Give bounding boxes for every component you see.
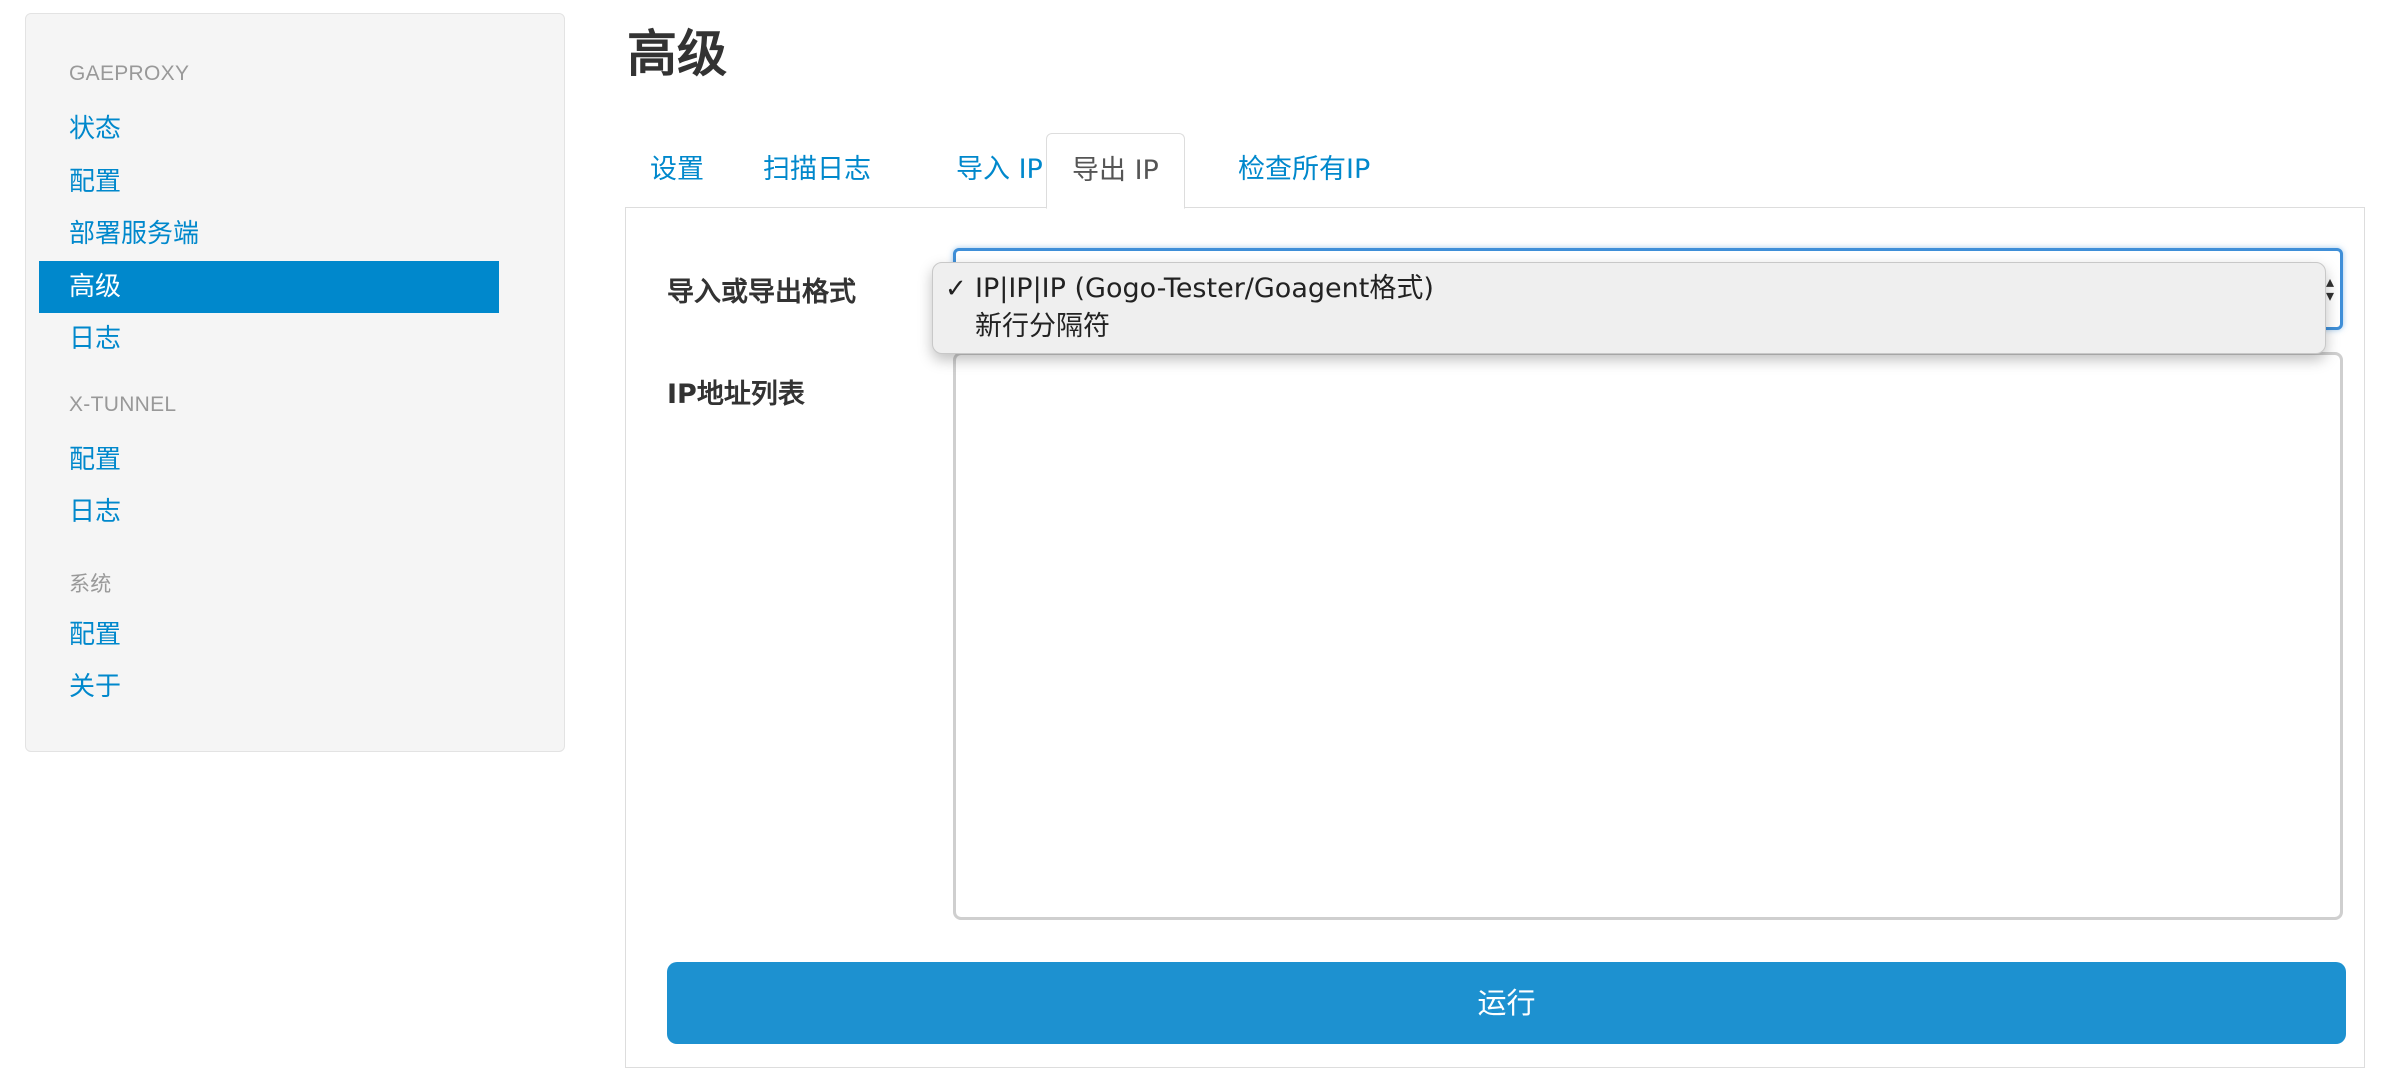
sidebar-item-xtunnel-log[interactable]: 日志	[39, 486, 499, 538]
ip-list-textarea[interactable]	[953, 352, 2343, 920]
sidebar-item-xtunnel-config[interactable]: 配置	[39, 434, 499, 486]
page: GAEPROXY 状态 配置 部署服务端 高级 日志 X-TUNNEL 配置 日…	[0, 0, 2394, 1068]
ip-list-label: IP地址列表	[667, 379, 805, 410]
sidebar-item-system-config[interactable]: 配置	[39, 609, 499, 661]
format-option-pipe[interactable]: IP|IP|IP (Gogo-Tester/Goagent格式)	[975, 270, 1434, 308]
format-label: 导入或导出格式	[667, 277, 856, 308]
tab-check-all-ip[interactable]: 检查所有IP	[1213, 133, 1395, 208]
sidebar-item-status[interactable]: 状态	[39, 103, 499, 155]
tab-settings[interactable]: 设置	[625, 133, 729, 208]
select-arrows-icon: ▴ ▾	[2325, 272, 2334, 305]
sidebar-header-x-tunnel: X-TUNNEL	[69, 393, 177, 416]
tab-scan-log[interactable]: 扫描日志	[738, 133, 896, 208]
sidebar-item-about[interactable]: 关于	[39, 661, 499, 713]
sidebar-item-config[interactable]: 配置	[39, 156, 499, 208]
tab-export-ip[interactable]: 导出 IP	[1046, 133, 1185, 209]
run-button[interactable]: 运行	[667, 962, 2346, 1044]
sidebar-item-advanced[interactable]: 高级	[39, 261, 499, 313]
sidebar-item-deploy-server[interactable]: 部署服务端	[39, 208, 499, 260]
tab-bar: 设置 扫描日志 导入 IP 导出 IP 检查所有IP	[625, 133, 2365, 209]
checkmark-icon: ✓	[945, 274, 967, 304]
sidebar-item-log[interactable]: 日志	[39, 313, 499, 365]
format-option-newline[interactable]: 新行分隔符	[975, 308, 1110, 346]
sidebar-header-system: 系统	[69, 573, 112, 596]
page-title: 高级	[627, 25, 727, 83]
sidebar-header-gaeproxy: GAEPROXY	[69, 62, 190, 85]
format-dropdown-menu: ✓ IP|IP|IP (Gogo-Tester/Goagent格式) 新行分隔符	[932, 262, 2326, 354]
